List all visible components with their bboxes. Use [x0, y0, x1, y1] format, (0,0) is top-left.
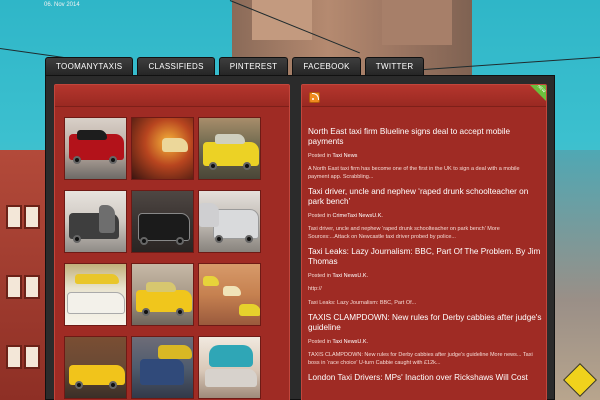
new-ribbon-icon: NEW	[529, 84, 547, 102]
top-nav: TOOMANYTAXIS CLASSIFIEDS PINTEREST FACEB…	[45, 57, 425, 75]
tab-facebook[interactable]: FACEBOOK	[292, 57, 361, 75]
feed-item-posted-in: Posted in	[308, 153, 331, 159]
taxi-street-night-photo[interactable]	[131, 117, 194, 180]
feed-item: North East taxi firm Blueline signs deal…	[308, 127, 542, 181]
feed-item-posted-in: Posted in	[308, 273, 331, 279]
silver-cars-photo[interactable]	[198, 190, 261, 253]
feed-item-description: Taxi Leaks: Lazy Journalism: BBC, Part O…	[308, 300, 417, 306]
blue-taxi-photo[interactable]	[198, 336, 261, 399]
taxi-rank-photo[interactable]	[198, 263, 261, 326]
feed-item-posted-in: Posted in	[308, 339, 331, 345]
yellow-cab-cars-photo[interactable]	[64, 336, 127, 399]
rss-icon[interactable]	[309, 92, 320, 103]
feed-item-title[interactable]: Taxi Leaks: Lazy Journalism: BBC, Part O…	[308, 247, 542, 267]
taxi-door-open-photo[interactable]	[64, 190, 127, 253]
gallery-panel-header	[55, 85, 289, 107]
header-date: 06. Nov 2014	[44, 2, 80, 8]
yellow-cab-street-photo[interactable]	[131, 263, 194, 326]
news-feed: North East taxi firm Blueline signs deal…	[308, 127, 542, 389]
content-frame: NEW North East taxi firm Blueline signs …	[45, 75, 555, 400]
feed-item-meta: Posted in Taxi NewsU.K.	[308, 339, 542, 345]
feed-item-title[interactable]: North East taxi firm Blueline signs deal…	[308, 127, 542, 147]
news-feed-header: NEW	[302, 85, 546, 107]
feed-item-title[interactable]: TAXIS CLAMPDOWN: New rules for Derby cab…	[308, 313, 542, 333]
feed-item-category-link[interactable]: Taxi News	[332, 153, 357, 159]
yellow-taxi-photo[interactable]	[198, 117, 261, 180]
feed-item-posted-in: Posted in	[308, 213, 331, 219]
feed-item: TAXIS CLAMPDOWN: New rules for Derby cab…	[308, 313, 542, 367]
feed-item-category-link[interactable]: CrimeTaxi NewsU.K.	[332, 213, 382, 219]
tab-toomanytaxis[interactable]: TOOMANYTAXIS	[45, 57, 134, 75]
feed-item-meta: Posted in Taxi NewsU.K.	[308, 273, 542, 279]
new-ribbon-label: NEW	[536, 84, 547, 94]
feed-item: London Taxi Drivers: MPs' Inaction over …	[308, 373, 542, 383]
tab-pinterest[interactable]: PINTEREST	[218, 57, 289, 75]
feed-item: Taxi driver, uncle and nephew ‘raped dru…	[308, 187, 542, 241]
phl-taxi-photo[interactable]	[64, 263, 127, 326]
news-feed-panel: NEW North East taxi firm Blueline signs …	[301, 84, 547, 400]
tab-classifieds[interactable]: CLASSIFIEDS	[137, 57, 215, 75]
photo-grid	[64, 117, 261, 399]
gallery-panel	[54, 84, 290, 400]
feed-item-meta: Posted in CrimeTaxi NewsU.K.	[308, 213, 542, 219]
feed-item-description: A North East taxi firm has become one of…	[308, 166, 520, 180]
feed-item-meta: Posted in Taxi News	[308, 153, 542, 159]
feed-item: Taxi Leaks: Lazy Journalism: BBC, Part O…	[308, 247, 542, 307]
background-street	[552, 150, 600, 400]
feed-item-description[interactable]: http://	[308, 285, 542, 293]
tab-twitter[interactable]: TWITTER	[364, 57, 425, 75]
vintage-taxi-photo[interactable]	[131, 190, 194, 253]
london-black-cab-photo[interactable]	[64, 117, 127, 180]
feed-item-title[interactable]: London Taxi Drivers: MPs' Inaction over …	[308, 373, 542, 383]
feed-item-title[interactable]: Taxi driver, uncle and nephew ‘raped dru…	[308, 187, 542, 207]
taxi-queue-photo[interactable]	[131, 336, 194, 399]
feed-item-description: TAXIS CLAMPDOWN: New rules for Derby cab…	[308, 352, 533, 366]
feed-item-category-link[interactable]: Taxi NewsU.K.	[332, 339, 368, 345]
feed-item-category-link[interactable]: Taxi NewsU.K.	[332, 273, 368, 279]
feed-item-description: Taxi driver, uncle and nephew ‘raped dru…	[308, 226, 500, 240]
background-red-building	[0, 150, 45, 400]
